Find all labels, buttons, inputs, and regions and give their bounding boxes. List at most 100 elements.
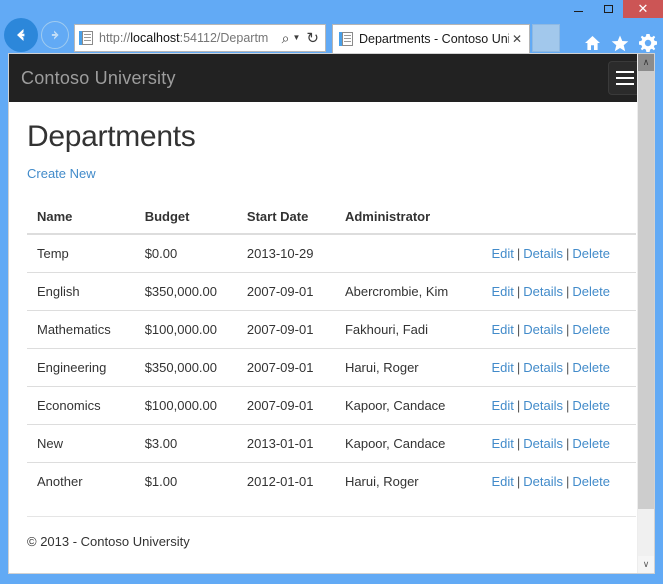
delete-link[interactable]: Delete xyxy=(572,322,610,337)
cell-name: Mathematics xyxy=(27,311,135,349)
favorites-star-icon[interactable] xyxy=(611,35,629,55)
cell-administrator: Harui, Roger xyxy=(335,463,482,501)
scrollbar-thumb[interactable] xyxy=(638,71,654,509)
minimize-icon xyxy=(574,11,583,12)
cell-start-date: 2007-09-01 xyxy=(237,273,335,311)
url-text[interactable]: http://localhost:54112/Departm xyxy=(99,32,280,45)
delete-link[interactable]: Delete xyxy=(572,474,610,489)
tab-departments[interactable]: Departments - Contoso Uni... ✕ xyxy=(332,24,530,53)
tab-favicon-icon xyxy=(339,31,354,47)
cell-actions: Edit|Details|Delete xyxy=(481,387,636,425)
departments-table: Name Budget Start Date Administrator Tem… xyxy=(27,201,636,500)
gear-icon[interactable] xyxy=(639,34,657,55)
tab-close-icon[interactable]: ✕ xyxy=(509,33,525,45)
create-new-link[interactable]: Create New xyxy=(27,166,96,181)
search-icon[interactable]: ⌕ xyxy=(280,31,292,45)
page-viewport: Contoso University Departments Create Ne… xyxy=(8,53,655,574)
cell-administrator xyxy=(335,234,482,273)
delete-link[interactable]: Delete xyxy=(572,284,610,299)
browser-navigation-bar: http://localhost:54112/Departm ⌕ ▼ ↻ Dep… xyxy=(0,14,663,54)
cell-administrator: Abercrombie, Kim xyxy=(335,273,482,311)
edit-link[interactable]: Edit xyxy=(491,246,513,261)
cell-name: New xyxy=(27,425,135,463)
cell-start-date: 2013-01-01 xyxy=(237,425,335,463)
cell-name: English xyxy=(27,273,135,311)
cell-administrator: Kapoor, Candace xyxy=(335,387,482,425)
forward-arrow-icon xyxy=(46,26,64,44)
action-separator: | xyxy=(563,398,572,413)
maximize-icon xyxy=(604,5,613,13)
column-header-name: Name xyxy=(27,201,135,234)
column-header-actions xyxy=(481,201,636,234)
table-row: Economics$100,000.002007-09-01Kapoor, Ca… xyxy=(27,387,636,425)
hamburger-icon-bar xyxy=(616,71,634,73)
cell-start-date: 2013-10-29 xyxy=(237,234,335,273)
scroll-up-arrow-icon[interactable]: ∧ xyxy=(638,54,654,71)
table-row: New$3.002013-01-01Kapoor, CandaceEdit|De… xyxy=(27,425,636,463)
refresh-icon[interactable]: ↻ xyxy=(304,31,321,46)
delete-link[interactable]: Delete xyxy=(572,398,610,413)
cell-actions: Edit|Details|Delete xyxy=(481,425,636,463)
footer-copyright: © 2013 - Contoso University xyxy=(27,534,190,549)
cell-budget: $1.00 xyxy=(135,463,237,501)
action-separator: | xyxy=(563,360,572,375)
cell-budget: $0.00 xyxy=(135,234,237,273)
details-link[interactable]: Details xyxy=(523,284,563,299)
details-link[interactable]: Details xyxy=(523,322,563,337)
site-brand-link[interactable]: Contoso University xyxy=(21,68,176,89)
column-header-start-date: Start Date xyxy=(237,201,335,234)
column-header-administrator: Administrator xyxy=(335,201,482,234)
home-icon[interactable] xyxy=(584,35,601,54)
cell-administrator: Kapoor, Candace xyxy=(335,425,482,463)
cell-name: Temp xyxy=(27,234,135,273)
edit-link[interactable]: Edit xyxy=(491,436,513,451)
edit-link[interactable]: Edit xyxy=(491,322,513,337)
action-separator: | xyxy=(563,474,572,489)
details-link[interactable]: Details xyxy=(523,360,563,375)
action-separator: | xyxy=(514,474,523,489)
forward-button[interactable] xyxy=(41,21,69,49)
cell-start-date: 2007-09-01 xyxy=(237,349,335,387)
cell-actions: Edit|Details|Delete xyxy=(481,349,636,387)
cell-name: Another xyxy=(27,463,135,501)
details-link[interactable]: Details xyxy=(523,436,563,451)
action-separator: | xyxy=(563,284,572,299)
table-row: Mathematics$100,000.002007-09-01Fakhouri… xyxy=(27,311,636,349)
action-separator: | xyxy=(514,322,523,337)
cell-actions: Edit|Details|Delete xyxy=(481,273,636,311)
details-link[interactable]: Details xyxy=(523,398,563,413)
new-tab-button[interactable] xyxy=(532,24,560,52)
delete-link[interactable]: Delete xyxy=(572,246,610,261)
back-button[interactable] xyxy=(4,18,38,52)
cell-start-date: 2007-09-01 xyxy=(237,311,335,349)
column-header-budget: Budget xyxy=(135,201,237,234)
url-host: localhost xyxy=(130,32,179,45)
edit-link[interactable]: Edit xyxy=(491,284,513,299)
browser-tools xyxy=(584,34,657,55)
site-footer: © 2013 - Contoso University xyxy=(27,516,636,549)
details-link[interactable]: Details xyxy=(523,246,563,261)
action-separator: | xyxy=(563,436,572,451)
back-arrow-icon xyxy=(11,25,31,45)
address-bar[interactable]: http://localhost:54112/Departm ⌕ ▼ ↻ xyxy=(74,24,326,52)
details-link[interactable]: Details xyxy=(523,474,563,489)
edit-link[interactable]: Edit xyxy=(491,360,513,375)
vertical-scrollbar[interactable]: ∧ ∨ xyxy=(637,54,654,573)
action-separator: | xyxy=(514,436,523,451)
edit-link[interactable]: Edit xyxy=(491,398,513,413)
table-row: Another$1.002012-01-01Harui, RogerEdit|D… xyxy=(27,463,636,501)
table-body: Temp$0.002013-10-29Edit|Details|DeleteEn… xyxy=(27,234,636,500)
chevron-down-icon[interactable]: ▼ xyxy=(292,34,305,42)
cell-actions: Edit|Details|Delete xyxy=(481,311,636,349)
delete-link[interactable]: Delete xyxy=(572,436,610,451)
cell-administrator: Fakhouri, Fadi xyxy=(335,311,482,349)
action-separator: | xyxy=(514,398,523,413)
edit-link[interactable]: Edit xyxy=(491,474,513,489)
tab-title: Departments - Contoso Uni... xyxy=(359,33,509,46)
cell-budget: $100,000.00 xyxy=(135,387,237,425)
delete-link[interactable]: Delete xyxy=(572,360,610,375)
site-navbar: Contoso University xyxy=(9,54,654,102)
scroll-down-arrow-icon[interactable]: ∨ xyxy=(638,556,654,573)
cell-actions: Edit|Details|Delete xyxy=(481,463,636,501)
tab-strip: Departments - Contoso Uni... ✕ xyxy=(332,24,560,53)
